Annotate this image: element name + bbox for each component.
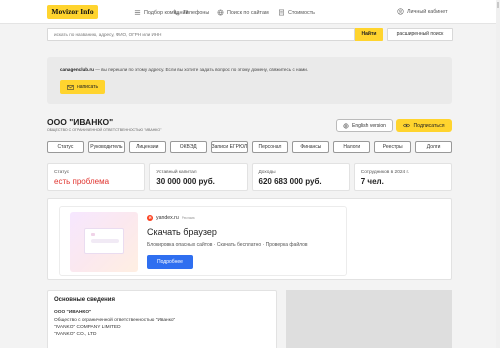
mail-icon — [67, 84, 74, 90]
tab-debts[interactable]: Долги — [415, 141, 453, 153]
basic-info-heading: Основные сведения — [54, 297, 115, 303]
section-tabs: Статус Руководитель Лицензии ОКВЭД Запис… — [47, 141, 453, 153]
page-scrollbar[interactable] — [496, 0, 500, 348]
sidebar-placeholder — [286, 290, 452, 348]
nav-item-site-search[interactable]: Поиск по сайтам — [217, 8, 269, 17]
user-icon — [397, 8, 404, 15]
nav-item-label: Стоимость — [288, 9, 315, 16]
stat-value: 30 000 000 руб. — [156, 177, 215, 186]
search-button[interactable]: Найти — [355, 28, 383, 41]
eye-icon — [403, 123, 411, 128]
info-english-short-name: "IVANKO" CO., LTD — [54, 332, 97, 337]
english-version-label: English version — [352, 122, 386, 129]
write-button-label: написать — [76, 84, 99, 90]
ad-image — [70, 212, 138, 272]
domain-notice: canagenclub.ru — вы перешли по этому адр… — [47, 57, 452, 104]
write-button[interactable]: написать — [60, 80, 105, 94]
document-icon — [278, 9, 285, 16]
basic-info-card: Основные сведения ООО "ИВАНКО" Общество … — [47, 290, 277, 348]
tab-licenses[interactable]: Лицензии — [128, 141, 166, 153]
stat-employees: Сотрудников в 2024 г. 7 чел. — [353, 163, 452, 191]
english-version-button[interactable]: English version — [336, 119, 393, 132]
advanced-search-button[interactable]: расширенный поиск — [387, 28, 453, 41]
ad-brand-name: yandex.ru — [156, 215, 179, 221]
stat-value: 620 683 000 руб. — [258, 177, 322, 186]
notice-text: canagenclub.ru — вы перешли по этому адр… — [60, 67, 308, 72]
stat-value: есть проблема — [54, 177, 110, 186]
stat-status: Статус есть проблема — [47, 163, 146, 191]
phone-icon — [173, 9, 180, 16]
nav-item-phones[interactable]: Телефоны — [173, 8, 209, 17]
stat-label: Доходы — [258, 170, 276, 175]
scrollbar-thumb[interactable] — [497, 2, 499, 8]
tab-staff[interactable]: Персонал — [251, 141, 289, 153]
stat-label: Уставный капитал — [156, 170, 197, 175]
ad-label: Реклама — [181, 216, 195, 220]
tab-taxes[interactable]: Налоги — [333, 141, 371, 153]
ad-block: Я yandex.ru Реклама Скачать браузер Блок… — [47, 198, 452, 280]
ad-title: Скачать браузер — [147, 227, 217, 237]
subscribe-label: Подписаться — [413, 122, 445, 129]
stat-authorized-capital: Уставный капитал 30 000 000 руб. — [149, 163, 248, 191]
tab-egrul-records[interactable]: Записи ЕГРЮЛ — [210, 141, 248, 153]
key-stats: Статус есть проблема Уставный капитал 30… — [47, 163, 452, 191]
stat-value: 7 чел. — [360, 177, 384, 186]
list-icon — [134, 9, 141, 16]
nav-item-label: Поиск по сайтам — [227, 9, 269, 16]
site-logo[interactable]: Movizor Info — [47, 5, 98, 19]
account-link[interactable]: Личный кабинет — [397, 8, 448, 15]
tab-okved[interactable]: ОКВЭД — [169, 141, 207, 153]
notice-message: — вы перешли по этому адресу. Если вы хо… — [93, 67, 309, 72]
search-input[interactable] — [47, 28, 355, 41]
ad-brand: Я yandex.ru Реклама — [147, 215, 195, 221]
info-english-full-name: "IVANKO" COMPANY LIMITED — [54, 325, 121, 330]
tab-director[interactable]: Руководитель — [87, 141, 125, 153]
stat-label: Сотрудников в 2024 г. — [360, 170, 410, 175]
tab-status[interactable]: Статус — [47, 141, 84, 153]
stat-label: Статус — [54, 170, 70, 175]
info-short-name: ООО "ИВАНКО" — [54, 310, 92, 315]
nav-item-pricing[interactable]: Стоимость — [278, 8, 315, 17]
nav-item-label: Телефоны — [183, 9, 210, 16]
subscribe-button[interactable]: Подписаться — [396, 119, 452, 132]
globe-icon — [217, 9, 224, 16]
company-name: ООО "ИВАНКО" — [47, 117, 114, 127]
tab-registries[interactable]: Реестры — [374, 141, 412, 153]
company-full-name: общество с ограниченной ответственностью… — [47, 128, 162, 132]
info-full-name: Общество с ограниченной ответственностью… — [54, 318, 176, 323]
tab-finance[interactable]: Финансы — [292, 141, 330, 153]
ad-banner[interactable]: Я yandex.ru Реклама Скачать браузер Блок… — [59, 206, 347, 276]
search-bar: Найти расширенный поиск — [47, 28, 453, 42]
ad-description: Блокировка опасных сайтов · Скачать бесп… — [147, 242, 308, 248]
notice-site: canagenclub.ru — [60, 67, 94, 72]
stat-income: Доходы 620 683 000 руб. — [251, 163, 350, 191]
account-label: Личный кабинет — [407, 8, 448, 15]
ad-more-button[interactable]: Подробнее — [147, 255, 193, 269]
yandex-icon: Я — [147, 215, 153, 221]
top-navigation-bar: Movizor Info Подбор компаний Телефоны По… — [0, 0, 500, 24]
globe-icon — [343, 122, 349, 129]
